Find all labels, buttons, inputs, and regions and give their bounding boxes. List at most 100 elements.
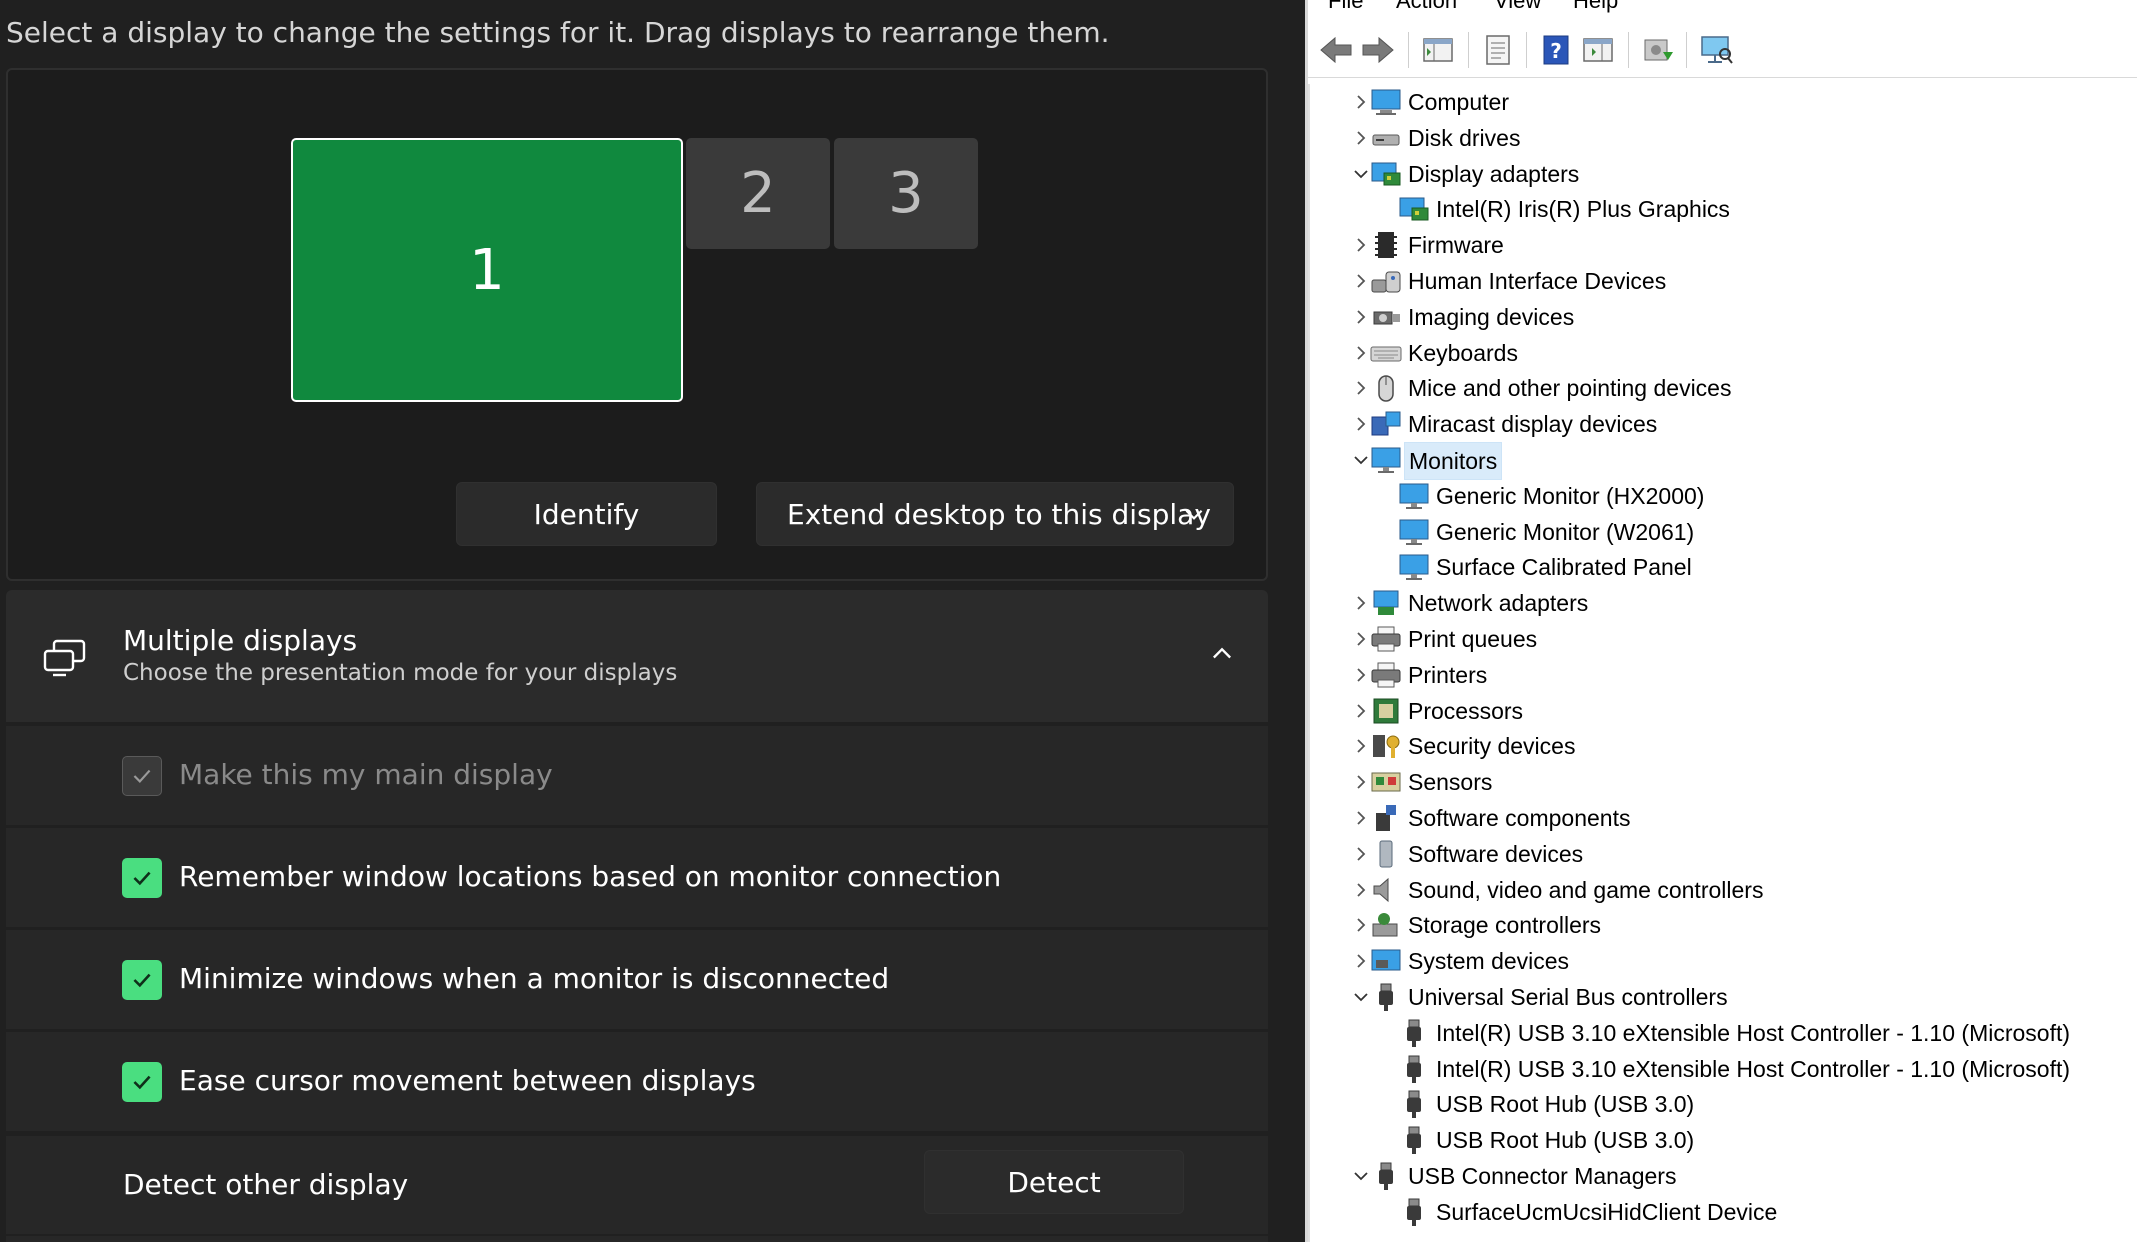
multiple-displays-header[interactable]: Multiple displays Choose the presentatio… [6, 590, 1268, 722]
remember-locations-checkbox[interactable] [122, 858, 162, 898]
tree-category[interactable]: Mice and other pointing devices [1310, 370, 2137, 406]
tree-node-label: USB Root Hub (USB 3.0) [1436, 1091, 1695, 1118]
chevron-down-icon[interactable] [1350, 163, 1372, 185]
tree-category[interactable]: Human Interface Devices [1310, 263, 2137, 299]
chevron-down-icon [1185, 509, 1203, 520]
tree-category[interactable]: Universal Serial Bus controllers [1310, 979, 2137, 1015]
tree-category[interactable]: Software devices [1310, 836, 2137, 872]
tree-category[interactable]: Miracast display devices [1310, 406, 2137, 442]
help-icon[interactable]: ? [1538, 32, 1574, 68]
security-icon [1373, 735, 1400, 759]
minimize-windows-checkbox[interactable] [122, 960, 162, 1000]
chevron-right-icon[interactable] [1350, 127, 1372, 149]
tree-category[interactable]: Storage controllers [1310, 907, 2137, 943]
tree-device[interactable]: USB Root Hub (USB 3.0) [1310, 1122, 2137, 1158]
checkmark-icon [133, 871, 151, 886]
chevron-right-icon[interactable] [1350, 270, 1372, 292]
processor-icon [1373, 698, 1399, 724]
chevron-down-icon[interactable] [1350, 986, 1372, 1008]
hid-icon [1371, 271, 1401, 293]
usb-icon [1379, 1162, 1393, 1190]
tree-category[interactable]: Printers [1310, 657, 2137, 693]
menu-file[interactable]: File [1328, 0, 1363, 14]
tree-category[interactable]: Monitors [1310, 442, 2137, 480]
chevron-down-icon[interactable] [1350, 1165, 1372, 1187]
ease-cursor-checkbox[interactable] [122, 1062, 162, 1102]
identify-button[interactable]: Identify [456, 482, 717, 546]
chevron-right-icon[interactable] [1350, 771, 1372, 793]
chevron-right-icon[interactable] [1350, 342, 1372, 364]
back-arrow-icon[interactable] [1318, 32, 1354, 68]
tree-category[interactable]: Firmware [1310, 227, 2137, 263]
update-driver-icon[interactable] [1640, 32, 1676, 68]
display-adapter-icon [1399, 197, 1429, 221]
menu-help[interactable]: Help [1573, 0, 1618, 14]
usb-icon [1407, 1019, 1421, 1047]
menu-action[interactable]: Action [1396, 0, 1457, 14]
monitor-tile-2[interactable]: 2 [686, 138, 830, 249]
show-hide-tree-icon[interactable] [1420, 32, 1456, 68]
chevron-down-icon[interactable] [1350, 449, 1372, 471]
tree-device[interactable]: Generic Monitor (W2061) [1310, 514, 2137, 550]
tree-category[interactable]: Computer [1310, 84, 2137, 120]
usb-icon [1407, 1198, 1421, 1226]
detect-button[interactable]: Detect [924, 1150, 1184, 1214]
chevron-right-icon[interactable] [1350, 377, 1372, 399]
chevron-right-icon[interactable] [1350, 914, 1372, 936]
chevron-right-icon[interactable] [1350, 735, 1372, 757]
tree-node-label: Surface Calibrated Panel [1436, 554, 1692, 581]
tree-category[interactable]: Software components [1310, 800, 2137, 836]
tree-node-label: Storage controllers [1408, 912, 1602, 939]
tree-category[interactable]: Print queues [1310, 621, 2137, 657]
tree-device[interactable]: Intel(R) USB 3.10 eXtensible Host Contro… [1310, 1051, 2137, 1087]
tree-device[interactable]: Intel(R) USB 3.10 eXtensible Host Contro… [1310, 1015, 2137, 1051]
scan-hardware-icon[interactable] [1698, 32, 1734, 68]
tree-device[interactable]: SurfaceUcmUcsiHidClient Device [1310, 1194, 2137, 1230]
chevron-right-icon[interactable] [1350, 306, 1372, 328]
tree-device[interactable]: Generic Monitor (HX2000) [1310, 478, 2137, 514]
device-manager-window: File Action View Help ? Computer Disk dr… [1305, 0, 2137, 1242]
tree-device[interactable]: Intel(R) Iris(R) Plus Graphics [1310, 191, 2137, 227]
chevron-right-icon[interactable] [1350, 843, 1372, 865]
tree-category[interactable]: Security devices [1310, 728, 2137, 764]
svg-text:?: ? [1550, 39, 1562, 63]
tree-node-label: Firmware [1408, 232, 1504, 259]
chevron-right-icon[interactable] [1350, 628, 1372, 650]
tree-category[interactable]: Imaging devices [1310, 299, 2137, 335]
device-tree: Computer Disk drives Display adapters Intel… [1308, 84, 2137, 1242]
chevron-right-icon[interactable] [1350, 664, 1372, 686]
properties-icon[interactable] [1480, 32, 1516, 68]
chevron-right-icon[interactable] [1350, 592, 1372, 614]
tree-category[interactable]: Sensors [1310, 764, 2137, 800]
tree-category[interactable]: Sound, video and game controllers [1310, 872, 2137, 908]
chevron-up-icon[interactable] [1208, 640, 1236, 668]
chevron-right-icon[interactable] [1350, 413, 1372, 435]
tree-node-label: Intel(R) Iris(R) Plus Graphics [1436, 196, 1730, 223]
chevron-right-icon[interactable] [1350, 91, 1372, 113]
projection-mode-dropdown[interactable]: Extend desktop to this display [756, 482, 1234, 546]
tree-device[interactable]: Surface Calibrated Panel [1310, 549, 2137, 585]
tree-category[interactable]: Disk drives [1310, 120, 2137, 156]
main-display-checkbox[interactable] [122, 756, 162, 796]
multiple-displays-title: Multiple displays [123, 624, 358, 657]
chevron-right-icon[interactable] [1350, 950, 1372, 972]
action-pane-icon[interactable] [1580, 32, 1616, 68]
chevron-right-icon[interactable] [1350, 879, 1372, 901]
tree-category[interactable]: System devices [1310, 943, 2137, 979]
system-icon [1371, 949, 1401, 971]
chevron-right-icon[interactable] [1350, 700, 1372, 722]
printer-icon [1371, 662, 1401, 688]
monitor-tile-3[interactable]: 3 [834, 138, 978, 249]
tree-category[interactable]: Processors [1310, 693, 2137, 729]
chevron-right-icon[interactable] [1350, 234, 1372, 256]
tree-category[interactable]: Keyboards [1310, 335, 2137, 371]
tree-device[interactable]: USB Root Hub (USB 3.0) [1310, 1086, 2137, 1122]
menu-view[interactable]: View [1494, 0, 1541, 14]
tree-category[interactable]: Display adapters [1310, 156, 2137, 192]
tree-category[interactable]: USB Connector Managers [1310, 1158, 2137, 1194]
tree-node-label: Mice and other pointing devices [1408, 375, 1732, 402]
monitor-tile-1[interactable]: 1 [291, 138, 683, 402]
forward-arrow-icon[interactable] [1360, 32, 1396, 68]
chevron-right-icon[interactable] [1350, 807, 1372, 829]
tree-category[interactable]: Network adapters [1310, 585, 2137, 621]
